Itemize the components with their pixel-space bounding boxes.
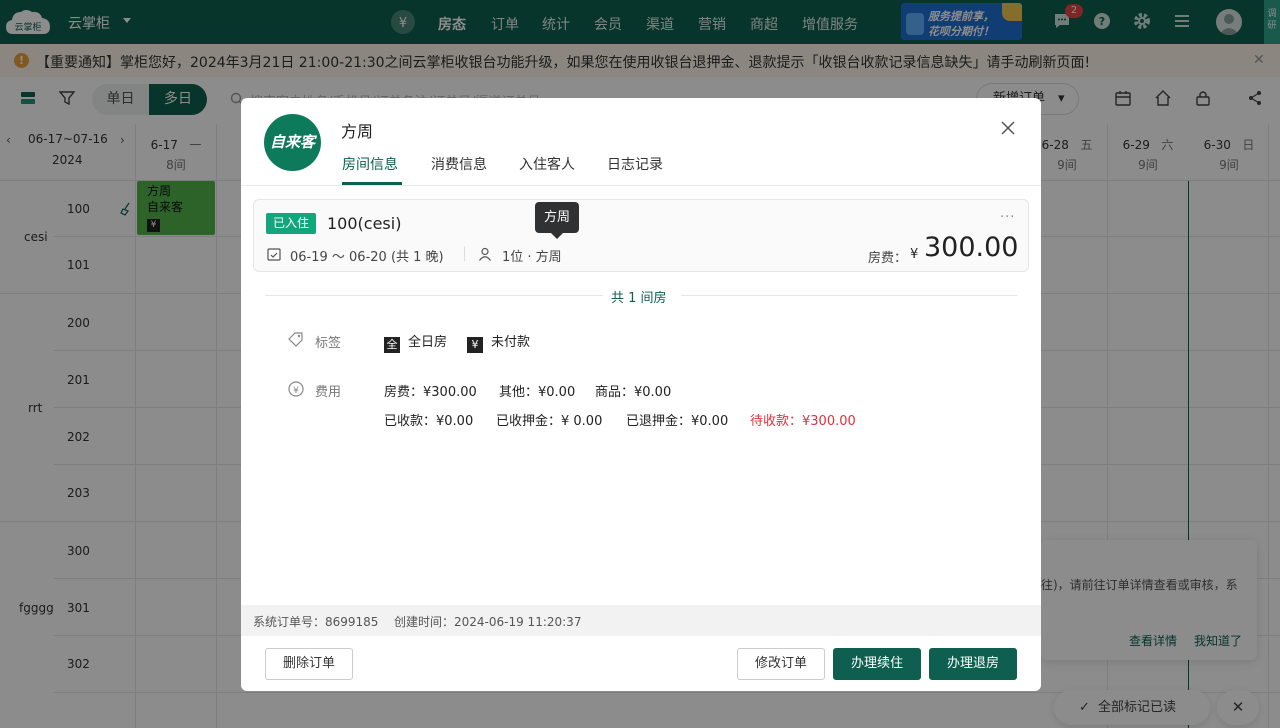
other-fee: 其他：¥0.00 — [499, 385, 576, 400]
tab-consumption[interactable]: 消费信息 — [431, 154, 487, 174]
calendar-check-icon — [267, 247, 281, 261]
yen-circle-icon: ¥ — [288, 381, 304, 397]
tag-full-day: 全全日房 — [384, 331, 447, 353]
guest-name-tooltip: 方周 — [535, 202, 579, 233]
divider — [464, 246, 465, 261]
deposit-received: 已收押金：¥ 0.00 — [496, 414, 603, 429]
divider — [681, 295, 1017, 296]
goods-fee: 商品：¥0.00 — [595, 385, 672, 400]
tab-room-info[interactable]: 房间信息 — [342, 154, 398, 174]
guest-name: 方周 — [341, 122, 374, 141]
extend-stay-button[interactable]: 办理续住 — [833, 648, 921, 680]
order-meta-bar: 系统订单号：8699185 创建时间：2024-06-19 11:20:37 — [241, 605, 1041, 636]
more-icon[interactable]: ··· — [1000, 210, 1015, 225]
received-amount: 已收款：¥0.00 — [384, 414, 474, 429]
svg-text:¥: ¥ — [293, 386, 299, 396]
deposit-refunded: 已退押金：¥0.00 — [626, 414, 729, 429]
room-fee: 房费：¥300.00 — [384, 385, 477, 400]
room-count: 共 1 间房 — [611, 291, 667, 306]
tag-icon — [288, 332, 304, 348]
status-badge: 已入住 — [266, 213, 317, 234]
pending-amount: 待收款：¥300.00 — [750, 414, 856, 429]
modify-order-button[interactable]: 修改订单 — [737, 648, 825, 680]
order-detail-modal: 自来客 方周 房间信息 消费信息 入住客人 日志记录 已入住 100(cesi)… — [241, 98, 1041, 691]
divider — [241, 185, 1041, 186]
person-icon — [478, 247, 492, 261]
room-fee-amount: 300.00 — [924, 232, 1019, 263]
tag-unpaid: ¥ 未付款 — [467, 331, 530, 353]
tag-text: 全日房 — [408, 335, 448, 350]
room-card[interactable]: 已入住 100(cesi) 06-19 ～ 06-20 (共 1 晚) 1位 ·… — [253, 199, 1029, 272]
divider — [265, 295, 603, 296]
guest-source-avatar: 自来客 — [264, 114, 321, 171]
tooltip-arrow — [551, 233, 563, 239]
order-number: 系统订单号：8699185 — [253, 615, 379, 629]
close-icon[interactable] — [1000, 120, 1016, 136]
tab-guests[interactable]: 入住客人 — [519, 154, 575, 174]
tag-badge: ¥ — [467, 337, 483, 353]
room-title: 100(cesi) — [327, 214, 402, 233]
created-time: 创建时间：2024-06-19 11:20:37 — [394, 615, 582, 629]
tag-text: 未付款 — [491, 335, 531, 350]
fees-label: 费用 — [315, 385, 342, 400]
tags-label: 标签 — [315, 336, 342, 351]
checkout-button[interactable]: 办理退房 — [929, 648, 1017, 680]
stay-dates: 06-19 ～ 06-20 (共 1 晚) — [290, 250, 444, 265]
delete-order-button[interactable]: 删除订单 — [265, 648, 353, 680]
currency-symbol: ¥ — [910, 247, 919, 262]
guest-count: 1位 · 方周 — [502, 250, 562, 265]
room-fee-label: 房费： — [868, 251, 908, 266]
tab-logs[interactable]: 日志记录 — [607, 154, 663, 174]
tag-badge: 全 — [384, 337, 400, 353]
